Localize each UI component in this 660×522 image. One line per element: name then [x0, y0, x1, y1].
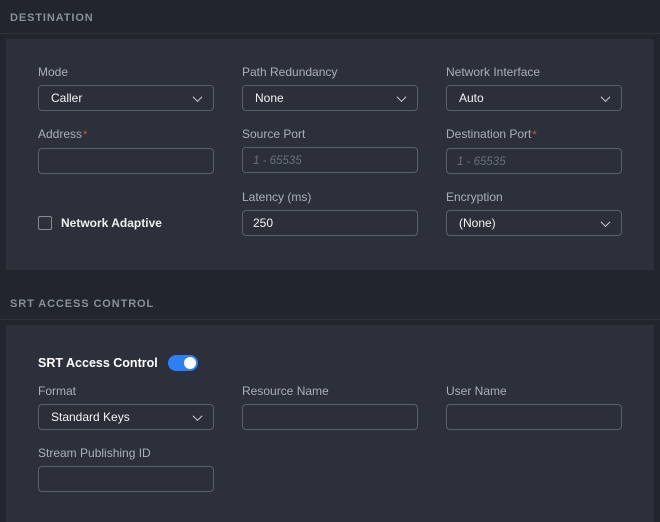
srt-access-control-panel: SRT Access Control Format Standard Keys … [6, 325, 654, 522]
user-name-label: User Name [446, 384, 622, 398]
source-port-field: Source Port [242, 127, 418, 174]
source-port-label: Source Port [242, 127, 418, 141]
encryption-select[interactable]: (None) [446, 210, 622, 236]
chevron-down-icon [601, 217, 611, 227]
settings-page: DESTINATION Mode Caller Path Redundancy … [0, 0, 660, 522]
format-select-value: Standard Keys [51, 410, 130, 424]
user-name-field: User Name [446, 384, 622, 430]
chevron-down-icon [601, 92, 611, 102]
stream-publishing-id-input[interactable] [38, 466, 214, 492]
address-field: Address* [38, 127, 214, 174]
destination-port-required-mark: * [532, 129, 536, 141]
network-interface-label: Network Interface [446, 65, 622, 79]
encryption-select-value: (None) [459, 216, 496, 230]
network-adaptive-label: Network Adaptive [61, 216, 162, 230]
chevron-down-icon [193, 411, 203, 421]
format-field: Format Standard Keys [38, 384, 214, 430]
stream-publishing-id-field: Stream Publishing ID [38, 446, 214, 492]
stream-publishing-id-label: Stream Publishing ID [38, 446, 214, 460]
mode-field: Mode Caller [38, 65, 214, 111]
mode-select-value: Caller [51, 91, 82, 105]
chevron-down-icon [193, 92, 203, 102]
resource-name-field: Resource Name [242, 384, 418, 430]
address-label: Address [38, 127, 82, 141]
encryption-label: Encryption [446, 190, 622, 204]
latency-field: Latency (ms) [242, 190, 418, 236]
toggle-knob [184, 357, 196, 369]
path-redundancy-select[interactable]: None [242, 85, 418, 111]
srt-access-control-section-header: SRT ACCESS CONTROL [0, 286, 660, 320]
destination-port-field: Destination Port* [446, 127, 622, 174]
source-port-input[interactable] [242, 147, 418, 173]
mode-label: Mode [38, 65, 214, 79]
srt-access-control-toggle[interactable] [168, 355, 198, 371]
network-interface-field: Network Interface Auto [446, 65, 622, 111]
network-interface-select-value: Auto [459, 91, 484, 105]
srt-access-control-toggle-label: SRT Access Control [38, 356, 158, 370]
srt-access-control-fields-grid: Format Standard Keys Resource Name User … [38, 384, 622, 492]
latency-input[interactable] [242, 210, 418, 236]
format-select[interactable]: Standard Keys [38, 404, 214, 430]
user-name-input[interactable] [446, 404, 622, 430]
mode-select[interactable]: Caller [38, 85, 214, 111]
address-input[interactable] [38, 148, 214, 174]
address-required-mark: * [83, 129, 87, 141]
latency-label: Latency (ms) [242, 190, 418, 204]
network-interface-select[interactable]: Auto [446, 85, 622, 111]
path-redundancy-select-value: None [255, 91, 284, 105]
encryption-field: Encryption (None) [446, 190, 622, 236]
destination-fields-grid: Mode Caller Path Redundancy None Network… [38, 65, 622, 236]
network-adaptive-checkbox[interactable] [38, 216, 52, 230]
format-label: Format [38, 384, 214, 398]
chevron-down-icon [397, 92, 407, 102]
destination-section-title: DESTINATION [10, 12, 94, 24]
path-redundancy-field: Path Redundancy None [242, 65, 418, 111]
destination-port-input[interactable] [446, 148, 622, 174]
path-redundancy-label: Path Redundancy [242, 65, 418, 79]
srt-access-control-toggle-row: SRT Access Control [38, 355, 622, 371]
destination-panel: Mode Caller Path Redundancy None Network… [6, 39, 654, 270]
resource-name-input[interactable] [242, 404, 418, 430]
resource-name-label: Resource Name [242, 384, 418, 398]
destination-section-header: DESTINATION [0, 0, 660, 34]
destination-port-label: Destination Port [446, 127, 531, 141]
srt-access-control-section-title: SRT ACCESS CONTROL [10, 298, 154, 310]
network-adaptive-field: Network Adaptive [38, 190, 214, 236]
